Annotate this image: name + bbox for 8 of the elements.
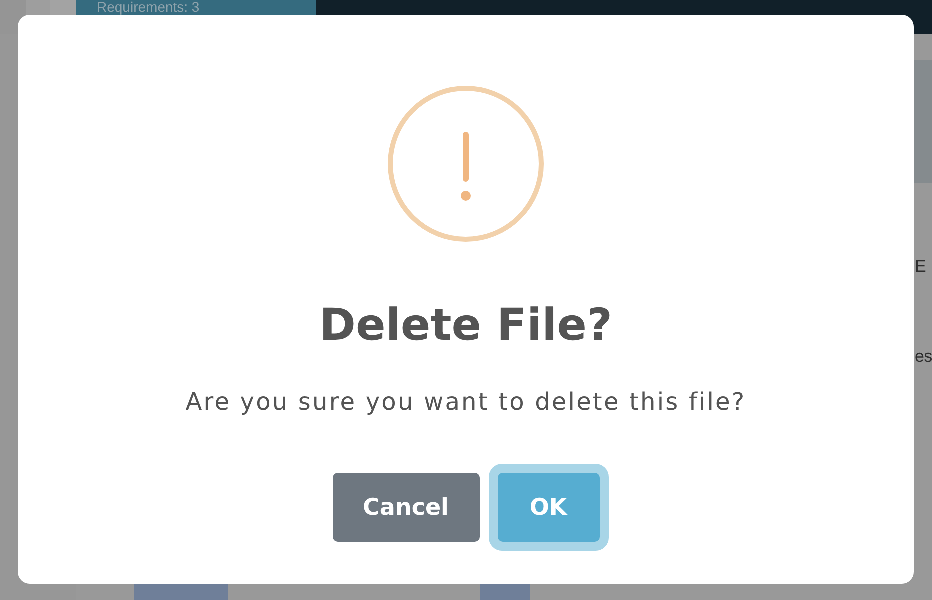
status-label-fragment: E xyxy=(914,256,928,278)
ok-button[interactable]: OK xyxy=(498,473,600,542)
text-fragment: es xyxy=(914,346,932,368)
cancel-button[interactable]: Cancel xyxy=(332,473,480,542)
requirements-tab[interactable]: Requirements: 3 xyxy=(76,0,316,15)
dialog-message: Are you sure you want to delete this file? xyxy=(186,387,746,417)
dialog-title: Delete File? xyxy=(319,300,613,352)
warning-icon xyxy=(388,86,544,242)
